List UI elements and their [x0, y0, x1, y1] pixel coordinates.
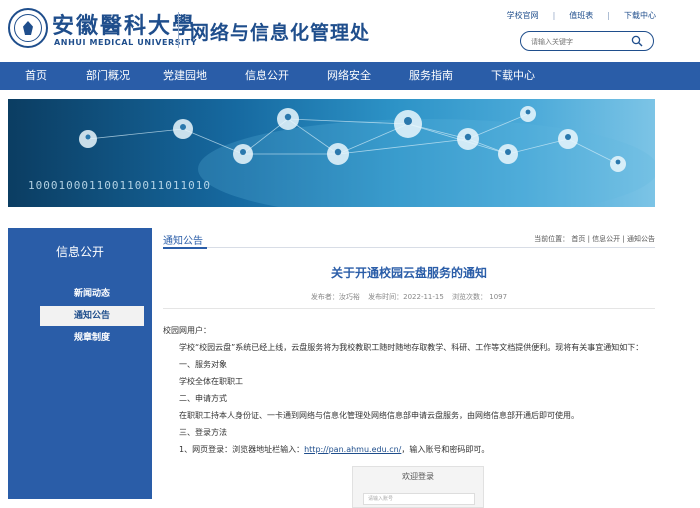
- top-link-separator: |: [607, 11, 610, 20]
- nav-info-disclosure[interactable]: 信息公开: [226, 62, 308, 90]
- search-icon[interactable]: [631, 35, 643, 47]
- article-title: 关于开通校园云盘服务的通知: [330, 266, 487, 280]
- nav-department-overview[interactable]: 部门概况: [72, 62, 144, 90]
- top-link-separator: |: [552, 11, 556, 20]
- sidebar-title: 信息公开: [8, 228, 152, 275]
- nav-home[interactable]: 首页: [0, 62, 72, 90]
- top-link-duty-roster[interactable]: 值班表: [569, 10, 593, 21]
- login-screenshot-preview: 欢迎登录 请输入账号: [352, 466, 484, 508]
- login-preview-input: 请输入账号: [363, 493, 475, 505]
- breadcrumb-notices[interactable]: 通知公告: [627, 235, 655, 243]
- sidebar-item-label: 新闻动态: [73, 289, 110, 299]
- article-date: 发布时间：2022-11-15: [368, 293, 444, 301]
- article-paragraph: 一、服务对象: [179, 360, 227, 369]
- breadcrumb: 当前位置： 首页 | 信息公开 | 通知公告: [534, 234, 655, 244]
- article-meta: 发布者：汝巧裕 发布时间：2022-11-15 浏览次数： 1097: [163, 292, 655, 302]
- hero-banner: 100010001100110011011010: [8, 99, 655, 207]
- login-line-suffix: ，输入账号和密码即可。: [401, 445, 490, 454]
- department-title: 网络与信息化管理处: [190, 22, 371, 44]
- login-preview-title: 欢迎登录: [402, 472, 434, 481]
- login-line-prefix: 1、网页登录：浏览器地址栏输入：: [179, 445, 305, 454]
- article-views: 浏览次数： 1097: [452, 293, 508, 301]
- meta-divider: [163, 308, 655, 309]
- search-input[interactable]: [531, 35, 626, 48]
- article-paragraph: 在职职工持本人身份证、一卡通到网络与信息化管理处网络信息部申请云盘服务，由网络信…: [179, 411, 579, 420]
- binary-text: 100010001100110011011010: [28, 179, 211, 192]
- header-divider: [178, 12, 179, 48]
- article-paragraph: 二、申请方式: [179, 394, 227, 403]
- sidebar-item-regulations[interactable]: 规章制度: [40, 328, 144, 348]
- breadcrumb-info-disclosure[interactable]: 信息公开: [592, 235, 620, 243]
- site-header: 安徽醫科大學 ANHUI MEDICAL UNIVERSITY 网络与信息化管理…: [0, 0, 700, 62]
- university-seal-logo[interactable]: [8, 8, 48, 48]
- top-links: 学校官网 | 值班表 | 下载中心: [507, 10, 656, 21]
- article-paragraph-login: 1、网页登录：浏览器地址栏输入：http://pan.ahmu.edu.cn/，…: [163, 441, 655, 458]
- nav-party-building[interactable]: 党建园地: [144, 62, 226, 90]
- content-header: 通知公告 当前位置： 首页 | 信息公开 | 通知公告: [163, 228, 655, 249]
- nav-download-center[interactable]: 下载中心: [472, 62, 554, 90]
- sidebar-item-notices[interactable]: 通知公告: [40, 306, 144, 326]
- search-box: [520, 31, 654, 51]
- article-paragraph: 三、登录方法: [179, 428, 227, 437]
- article-paragraph: 校园网用户：: [163, 326, 211, 335]
- article-author: 发布者：汝巧裕: [310, 293, 360, 301]
- article-body: 校园网用户： 学校“校园云盘”系统已经上线，云盘服务将为我校教职工随时随地存取教…: [163, 322, 655, 458]
- section-title-underline: [163, 247, 207, 249]
- section-title: 通知公告: [163, 236, 203, 247]
- nav-service-guide[interactable]: 服务指南: [390, 62, 472, 90]
- article-paragraph: 学校“校园云盘”系统已经上线，云盘服务将为我校教职工随时随地存取教学、科研、工作…: [179, 343, 644, 352]
- sidebar-item-news[interactable]: 新闻动态: [40, 284, 144, 304]
- university-name-cn[interactable]: 安徽醫科大學: [52, 8, 196, 40]
- breadcrumb-prefix: 当前位置：: [534, 235, 570, 243]
- top-link-download-center[interactable]: 下载中心: [624, 10, 656, 21]
- nav-network-security[interactable]: 网络安全: [308, 62, 390, 90]
- top-link-school-site[interactable]: 学校官网: [507, 10, 539, 21]
- sidebar-item-label: 规章制度: [73, 333, 110, 343]
- university-name-en: ANHUI MEDICAL UNIVERSITY: [54, 38, 198, 47]
- main-nav: 首页 部门概况 党建园地 信息公开 网络安全 服务指南 下载中心: [0, 62, 700, 90]
- article-paragraph: 学校全体在职职工: [179, 377, 243, 386]
- sidebar-item-label: 通知公告: [73, 311, 110, 321]
- breadcrumb-home[interactable]: 首页: [571, 235, 585, 243]
- cloud-disk-url-link[interactable]: http://pan.ahmu.edu.cn/: [304, 445, 401, 454]
